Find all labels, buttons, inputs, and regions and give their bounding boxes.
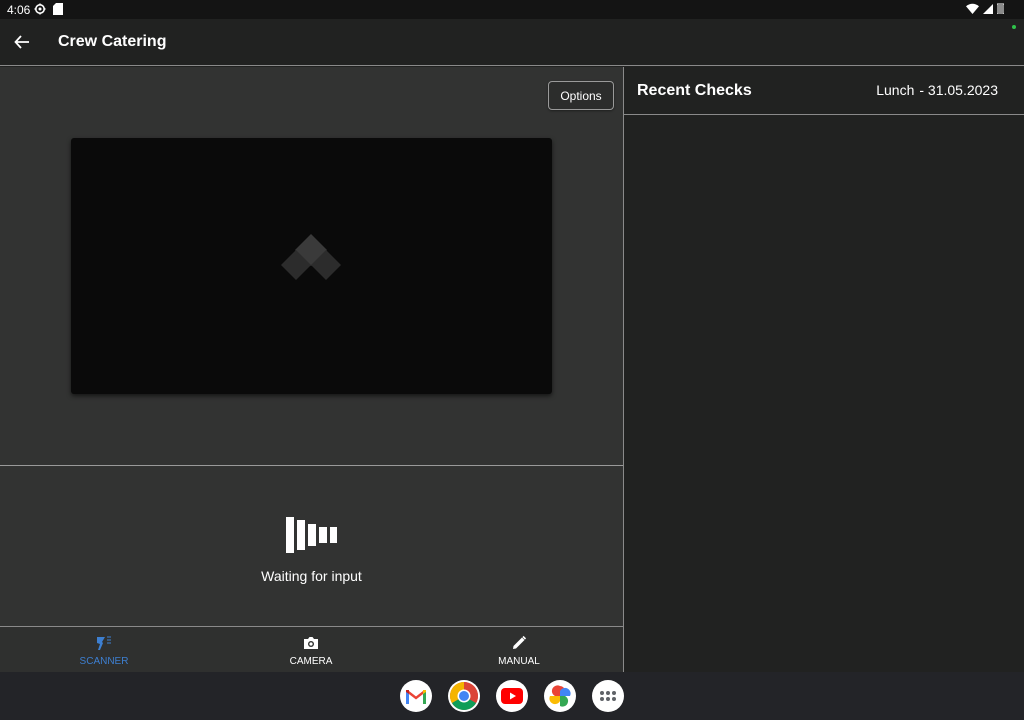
gear-icon xyxy=(34,3,46,15)
signal-icon xyxy=(983,3,993,14)
pencil-icon xyxy=(513,635,527,649)
waiting-status-text: Waiting for input xyxy=(261,568,362,584)
photos-icon[interactable] xyxy=(544,680,576,712)
nav-manual-tab[interactable]: MANUAL xyxy=(439,627,599,673)
arrow-left-icon[interactable] xyxy=(13,33,31,51)
recent-checks-title: Recent Checks xyxy=(637,82,752,99)
meal-date-label: Lunch - 31.05.2023 xyxy=(876,82,998,98)
youtube-icon[interactable] xyxy=(496,680,528,712)
privacy-indicator xyxy=(1012,25,1016,29)
options-button[interactable]: Options xyxy=(548,81,614,110)
nav-camera-tab[interactable]: CAMERA xyxy=(231,627,391,673)
app-bar: Crew Catering xyxy=(0,19,1024,66)
status-bar: 4:06 xyxy=(0,0,1024,19)
nav-scanner-label: SCANNER xyxy=(79,656,129,667)
scanner-panel: Options Waiting for input SCANNER CAMERA… xyxy=(0,67,623,672)
bottom-navigation: SCANNER CAMERA MANUAL xyxy=(0,626,623,672)
taskbar xyxy=(0,672,1024,720)
app-drawer-icon[interactable] xyxy=(592,680,624,712)
nav-manual-label: MANUAL xyxy=(498,656,540,667)
meal-name: Lunch xyxy=(876,82,915,98)
camera-icon xyxy=(304,637,318,649)
app-dock xyxy=(400,680,624,712)
nav-scanner-tab[interactable]: SCANNER xyxy=(24,627,184,673)
sd-card-icon xyxy=(53,3,63,15)
recent-checks-panel: Recent Checks Lunch - 31.05.2023 xyxy=(624,67,1024,672)
barcode-waiting-icon xyxy=(286,517,337,553)
recent-checks-header: Recent Checks Lunch - 31.05.2023 xyxy=(624,67,1024,115)
wifi-icon xyxy=(966,3,979,14)
meal-date: - 31.05.2023 xyxy=(919,82,998,98)
nav-camera-label: CAMERA xyxy=(289,656,333,667)
status-time: 4:06 xyxy=(7,3,31,17)
chrome-icon[interactable] xyxy=(448,680,480,712)
page-title: Crew Catering xyxy=(58,33,167,50)
app-logo-icon xyxy=(281,234,341,280)
battery-icon xyxy=(997,3,1004,14)
status-right-icons xyxy=(966,3,1004,14)
section-divider xyxy=(0,465,623,466)
gmail-icon[interactable] xyxy=(400,680,432,712)
scanner-icon xyxy=(97,636,111,650)
camera-preview xyxy=(71,138,552,394)
